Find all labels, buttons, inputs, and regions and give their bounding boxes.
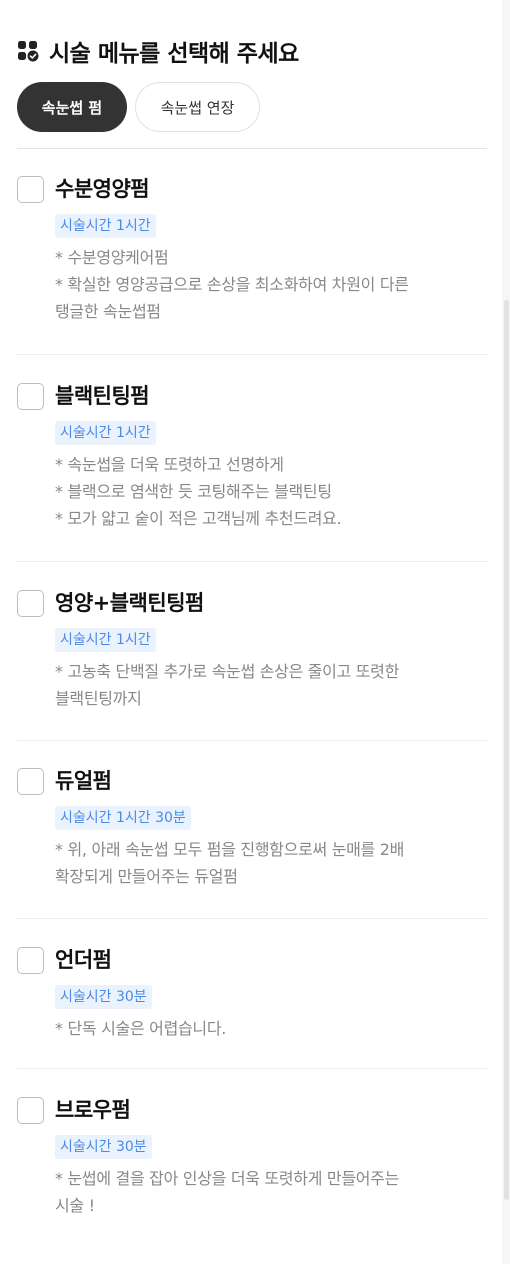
description-line: * 속눈썹을 더욱 또렷하고 선명하게 <box>55 455 284 474</box>
description-line: * 고농축 단백질 추가로 속눈썹 손상은 줄이고 또렷한 <box>55 662 400 681</box>
menu-item-title: 언더펌 <box>55 948 112 972</box>
menu-item-title: 영양+블랙틴팅펌 <box>55 591 204 615</box>
page-title: 시술 메뉴를 선택해 주세요 <box>49 41 299 67</box>
description-line: * 수분영양케어펌 <box>55 248 169 267</box>
description-line: 시술 ! <box>55 1196 95 1215</box>
menu-item-checkbox[interactable] <box>17 768 44 795</box>
menu-item-description: * 고농축 단백질 추가로 속눈썹 손상은 줄이고 또렷한 블랙틴팅까지 <box>55 658 487 712</box>
tab-lash-extension[interactable]: 속눈썹 연장 <box>135 82 260 132</box>
menu-item-title: 수분영양펌 <box>55 177 150 201</box>
menu-item-hydration-perm[interactable]: 수분영양펌 시술시간 1시간 * 수분영양케어펌 * 확실한 영양공급으로 손상… <box>17 176 487 325</box>
menu-item-black-tinting-perm[interactable]: 블랙틴팅펌 시술시간 1시간 * 속눈썹을 더욱 또렷하고 선명하게 * 블랙으… <box>17 383 487 532</box>
scrollbar-thumb[interactable] <box>504 300 509 1200</box>
divider <box>17 740 487 741</box>
description-line: 탱글한 속눈썹펌 <box>55 302 161 321</box>
menu-item-description: * 단독 시술은 어렵습니다. <box>55 1015 487 1042</box>
menu-item-checkbox[interactable] <box>17 176 44 203</box>
description-line: * 위, 아래 속눈썹 모두 펌을 진행함으로써 눈매를 2배 <box>55 840 405 859</box>
section-heading: 시술 메뉴를 선택해 주세요 <box>17 36 299 67</box>
menu-item-title: 듀얼펌 <box>55 769 112 793</box>
description-line: * 확실한 영양공급으로 손상을 최소화하여 차원이 다른 <box>55 275 409 294</box>
menu-item-description: * 눈썹에 결을 잡아 인상을 더욱 또렷하게 만들어주는 시술 ! <box>55 1165 487 1219</box>
menu-item-nutrition-black-tinting-perm[interactable]: 영양+블랙틴팅펌 시술시간 1시간 * 고농축 단백질 추가로 속눈썹 손상은 … <box>17 590 487 712</box>
description-line: * 모가 얇고 숱이 적은 고객님께 추천드려요. <box>55 509 342 528</box>
menu-item-checkbox[interactable] <box>17 1097 44 1124</box>
scrollbar-track[interactable] <box>502 0 510 1264</box>
description-line: 확장되게 만들어주는 듀얼펌 <box>55 867 238 886</box>
menu-item-description: * 위, 아래 속눈썹 모두 펌을 진행함으로써 눈매를 2배 확장되게 만들어… <box>55 836 487 890</box>
duration-badge: 시술시간 1시간 <box>55 421 156 445</box>
menu-item-title: 브로우펌 <box>55 1098 131 1122</box>
menu-check-icon <box>18 41 39 62</box>
menu-item-checkbox[interactable] <box>17 590 44 617</box>
description-line: 블랙틴팅까지 <box>55 689 142 708</box>
description-line: * 블랙으로 염색한 듯 코팅해주는 블랙틴팅 <box>55 482 332 501</box>
divider <box>17 148 487 149</box>
menu-item-checkbox[interactable] <box>17 383 44 410</box>
category-tabs: 속눈썹 펌 속눈썹 연장 <box>17 82 260 132</box>
duration-badge: 시술시간 1시간 <box>55 628 156 652</box>
divider <box>17 354 487 355</box>
tab-lash-perm[interactable]: 속눈썹 펌 <box>17 82 127 132</box>
divider <box>17 918 487 919</box>
duration-badge: 시술시간 1시간 <box>55 214 156 238</box>
divider <box>17 561 487 562</box>
menu-item-checkbox[interactable] <box>17 947 44 974</box>
divider <box>17 1068 487 1069</box>
menu-item-description: * 수분영양케어펌 * 확실한 영양공급으로 손상을 최소화하여 차원이 다른 … <box>55 244 487 325</box>
duration-badge: 시술시간 30분 <box>55 985 152 1009</box>
menu-item-dual-perm[interactable]: 듀얼펌 시술시간 1시간 30분 * 위, 아래 속눈썹 모두 펌을 진행함으로… <box>17 768 487 890</box>
menu-item-under-perm[interactable]: 언더펌 시술시간 30분 * 단독 시술은 어렵습니다. <box>17 947 487 1042</box>
description-line: * 단독 시술은 어렵습니다. <box>55 1019 227 1038</box>
menu-item-title: 블랙틴팅펌 <box>55 384 150 408</box>
duration-badge: 시술시간 1시간 30분 <box>55 806 191 830</box>
description-line: * 눈썹에 결을 잡아 인상을 더욱 또렷하게 만들어주는 <box>55 1169 400 1188</box>
menu-item-description: * 속눈썹을 더욱 또렷하고 선명하게 * 블랙으로 염색한 듯 코팅해주는 블… <box>55 451 487 532</box>
menu-item-brow-perm[interactable]: 브로우펌 시술시간 30분 * 눈썹에 결을 잡아 인상을 더욱 또렷하게 만들… <box>17 1097 487 1219</box>
duration-badge: 시술시간 30분 <box>55 1135 152 1159</box>
